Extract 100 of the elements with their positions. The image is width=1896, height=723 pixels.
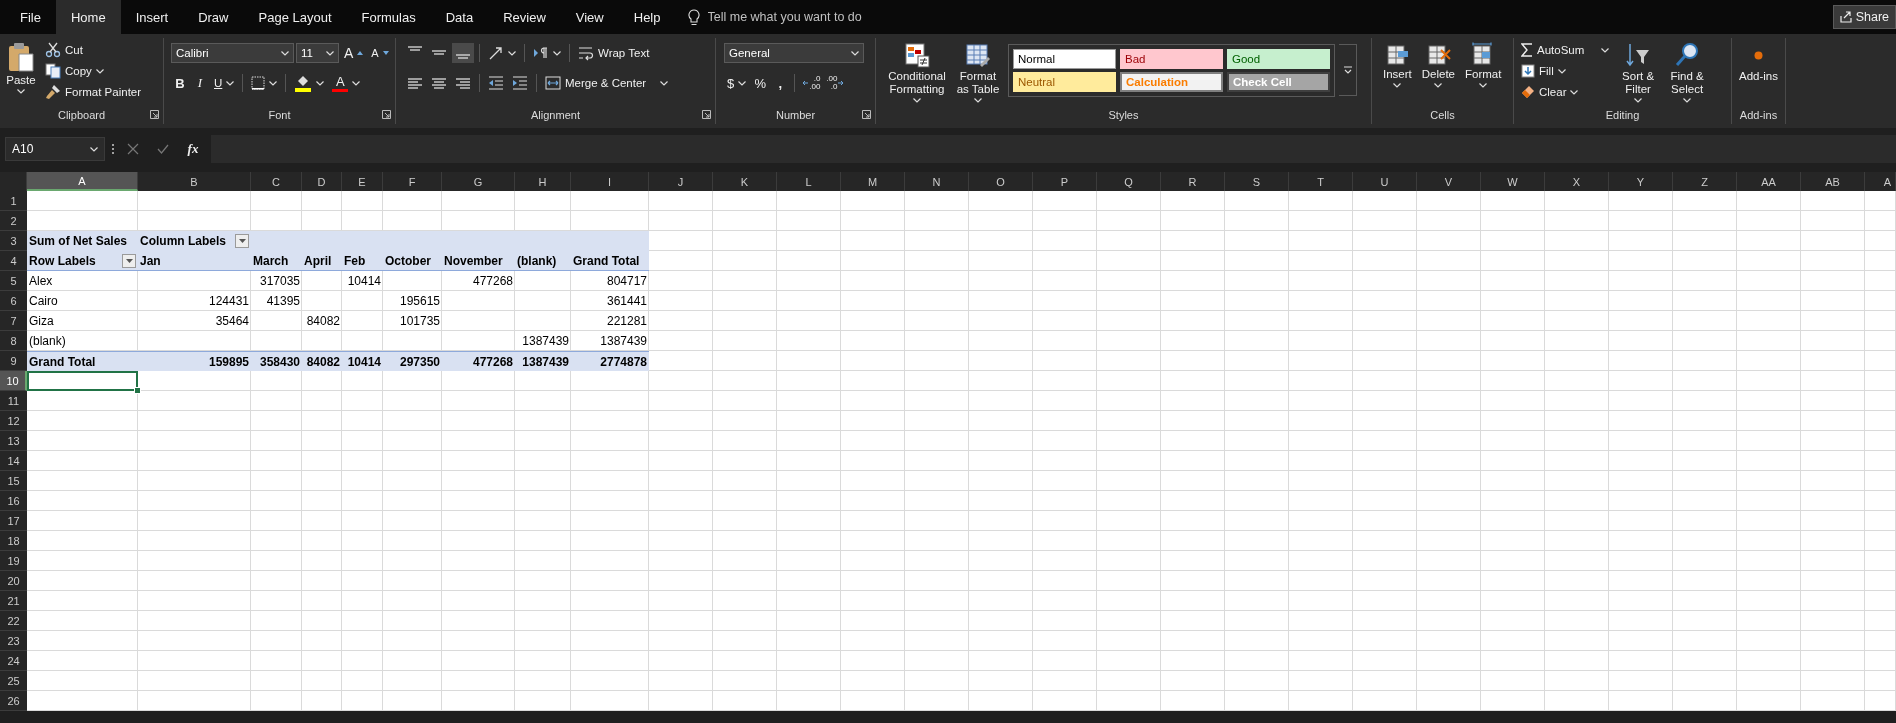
column-header[interactable]: F <box>383 172 442 191</box>
column-header[interactable]: C <box>251 172 302 191</box>
column-header[interactable]: G <box>442 172 515 191</box>
currency-button[interactable]: $ <box>724 73 750 93</box>
row-header[interactable]: 17 <box>0 511 27 531</box>
ribbon-tab[interactable]: File <box>5 0 56 34</box>
clear-button[interactable]: Clear <box>1518 82 1613 102</box>
fill-handle[interactable] <box>134 387 141 394</box>
row-header[interactable]: 12 <box>0 411 27 431</box>
column-header[interactable]: X <box>1545 172 1609 191</box>
cell-style-button[interactable]: Neutral <box>1013 72 1116 92</box>
ribbon-tab[interactable]: Formulas <box>346 0 431 34</box>
underline-button[interactable]: U <box>211 73 238 93</box>
column-header[interactable]: Q <box>1097 172 1161 191</box>
increase-decimal-button[interactable]: .0 .00 <box>800 73 823 93</box>
row-header[interactable]: 20 <box>0 571 27 591</box>
column-header[interactable]: T <box>1289 172 1353 191</box>
column-header[interactable]: E <box>342 172 383 191</box>
ribbon-tab[interactable]: Home <box>55 0 121 34</box>
row-header[interactable]: 5 <box>0 271 27 291</box>
cells-button[interactable]: Insert <box>1380 40 1415 90</box>
format-as-table-button[interactable]: Format as Table <box>952 40 1004 105</box>
ribbon-tab[interactable]: Review <box>488 0 561 34</box>
column-header[interactable]: I <box>571 172 649 191</box>
ribbon-tab[interactable]: Data <box>430 0 489 34</box>
copy-button[interactable]: Copy <box>42 61 145 81</box>
cell-style-button[interactable]: Good <box>1227 49 1330 69</box>
column-header[interactable]: W <box>1481 172 1545 191</box>
column-header[interactable]: D <box>302 172 342 191</box>
bold-button[interactable]: B <box>171 73 189 93</box>
column-header[interactable]: U <box>1353 172 1417 191</box>
column-header[interactable]: A <box>27 172 138 191</box>
column-header[interactable]: V <box>1417 172 1481 191</box>
row-header[interactable]: 11 <box>0 391 27 411</box>
vertical-align-button[interactable] <box>452 43 474 63</box>
column-header[interactable]: S <box>1225 172 1289 191</box>
row-header[interactable]: 6 <box>0 291 27 311</box>
column-header[interactable]: AA <box>1737 172 1801 191</box>
row-header[interactable]: 22 <box>0 611 27 631</box>
font-color-button[interactable]: A <box>329 73 364 93</box>
row-header[interactable]: 23 <box>0 631 27 651</box>
fill-button[interactable]: Fill <box>1518 61 1613 81</box>
row-header[interactable]: 1 <box>0 191 27 211</box>
column-header[interactable]: N <box>905 172 969 191</box>
ribbon-tab[interactable]: Help <box>618 0 676 34</box>
filter-dropdown[interactable] <box>122 253 136 268</box>
column-header[interactable]: Z <box>1673 172 1737 191</box>
paste-button[interactable]: Paste <box>4 40 38 96</box>
insert-function-button[interactable]: fx <box>181 137 205 161</box>
row-header[interactable]: 8 <box>0 331 27 351</box>
column-header[interactable]: Y <box>1609 172 1673 191</box>
row-header[interactable]: 14 <box>0 451 27 471</box>
row-header[interactable]: 3 <box>0 231 27 251</box>
cut-button[interactable]: Cut <box>42 40 145 60</box>
column-header[interactable]: J <box>649 172 713 191</box>
column-header[interactable]: AB <box>1801 172 1865 191</box>
row-header[interactable]: 21 <box>0 591 27 611</box>
italic-button[interactable]: I <box>191 73 209 93</box>
wrap-text-button[interactable]: Wrap Text <box>575 43 653 63</box>
grow-font-button[interactable]: A <box>341 43 367 63</box>
find-select-button[interactable]: Find & Select <box>1664 40 1711 105</box>
format-painter-button[interactable]: Format Painter <box>42 82 145 102</box>
merge-center-button[interactable]: Merge & Center <box>542 73 671 93</box>
cell-style-button[interactable]: Normal <box>1013 49 1116 69</box>
row-header[interactable]: 10 <box>0 371 27 391</box>
row-header[interactable]: 24 <box>0 651 27 671</box>
column-header[interactable]: K <box>713 172 777 191</box>
column-header[interactable]: B <box>138 172 251 191</box>
column-header[interactable]: M <box>841 172 905 191</box>
filter-dropdown[interactable] <box>235 234 249 248</box>
row-header[interactable]: 18 <box>0 531 27 551</box>
cells-button[interactable]: Format <box>1462 40 1505 90</box>
ribbon-tab[interactable]: View <box>560 0 619 34</box>
row-header[interactable]: 7 <box>0 311 27 331</box>
column-header[interactable]: P <box>1033 172 1097 191</box>
ribbon-tab[interactable]: Draw <box>183 0 244 34</box>
sort-filter-button[interactable]: Sort & Filter <box>1616 40 1661 105</box>
autosum-button[interactable]: AutoSum <box>1518 40 1613 60</box>
shrink-font-button[interactable]: A <box>368 43 392 63</box>
active-cell[interactable] <box>27 371 138 391</box>
row-header[interactable]: 19 <box>0 551 27 571</box>
row-header[interactable]: 9 <box>0 351 27 371</box>
column-header[interactable]: R <box>1161 172 1225 191</box>
add-ins-button[interactable]: Add-ins <box>1736 40 1781 85</box>
tell-me-field[interactable]: Tell me what you want to do <box>707 10 908 24</box>
font-name-field[interactable]: Calibri <box>171 43 294 63</box>
row-header[interactable]: 25 <box>0 671 27 691</box>
ribbon-tab[interactable]: Page Layout <box>243 0 347 34</box>
conditional-formatting-button[interactable]: Conditional Formatting <box>886 40 948 105</box>
name-box[interactable]: A10 <box>5 137 105 161</box>
row-header[interactable]: 2 <box>0 211 27 231</box>
gallery-more-button[interactable] <box>1339 44 1357 96</box>
column-header[interactable]: O <box>969 172 1033 191</box>
ribbon-tab[interactable]: Insert <box>120 0 184 34</box>
comma-button[interactable]: , <box>771 73 790 93</box>
share-button[interactable]: Share <box>1832 5 1896 29</box>
row-header[interactable]: 4 <box>0 251 27 271</box>
cells-button[interactable]: Delete <box>1418 40 1458 90</box>
column-header[interactable]: L <box>777 172 841 191</box>
row-header[interactable]: 15 <box>0 471 27 491</box>
